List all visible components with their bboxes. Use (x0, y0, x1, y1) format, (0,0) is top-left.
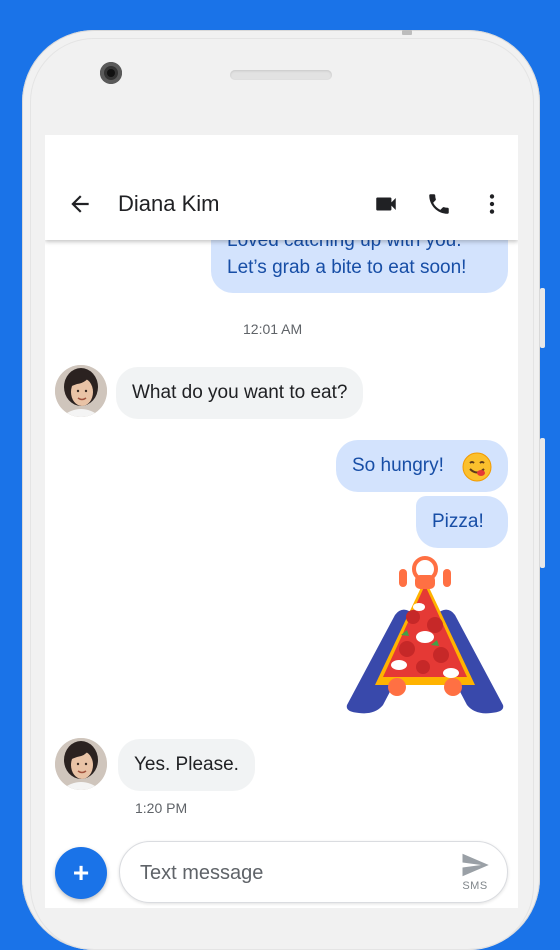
contact-avatar[interactable] (55, 738, 107, 790)
send-sms-button[interactable]: SMS (458, 850, 492, 894)
timestamp: 12:01 AM (243, 321, 303, 337)
more-vert-icon[interactable] (479, 191, 505, 217)
message-list[interactable]: Loved catching up with you. Let’s grab a… (45, 135, 518, 908)
contact-name[interactable]: Diana Kim (118, 191, 219, 217)
avatar-image (55, 738, 107, 790)
video-call-icon[interactable] (373, 191, 399, 217)
outgoing-message[interactable]: Pizza! (416, 496, 508, 548)
message-text-line: Let’s grab a bite to eat soon! (227, 257, 467, 278)
side-button-volume (540, 438, 545, 568)
send-icon (462, 853, 489, 877)
phone-screen: Loved catching up with you. Let’s grab a… (45, 135, 518, 908)
compose-bar[interactable]: SMS (119, 841, 508, 903)
emoji-yum-icon (462, 451, 492, 482)
outgoing-message[interactable]: So hungry! (336, 440, 508, 492)
send-sms-label: SMS (462, 880, 488, 892)
conversation-app-bar: Diana Kim (45, 135, 518, 240)
incoming-message[interactable]: What do you want to eat? (116, 367, 364, 419)
timestamp: 1:20 PM (135, 800, 188, 816)
side-button-power (540, 288, 545, 348)
avatar-image (55, 365, 107, 417)
add-attachment-button[interactable]: + (55, 847, 107, 899)
earpiece-speaker (230, 70, 332, 80)
message-text: So hungry! (352, 455, 444, 476)
contact-avatar[interactable] (55, 365, 107, 417)
pizza-sticker[interactable] (335, 555, 515, 720)
front-camera (100, 62, 122, 84)
text-message-input[interactable] (138, 858, 442, 888)
incoming-message[interactable]: Yes. Please. (118, 739, 255, 791)
back-arrow-icon[interactable] (67, 191, 93, 217)
phone-call-icon[interactable] (426, 191, 452, 217)
phone-top-notch (402, 30, 412, 35)
